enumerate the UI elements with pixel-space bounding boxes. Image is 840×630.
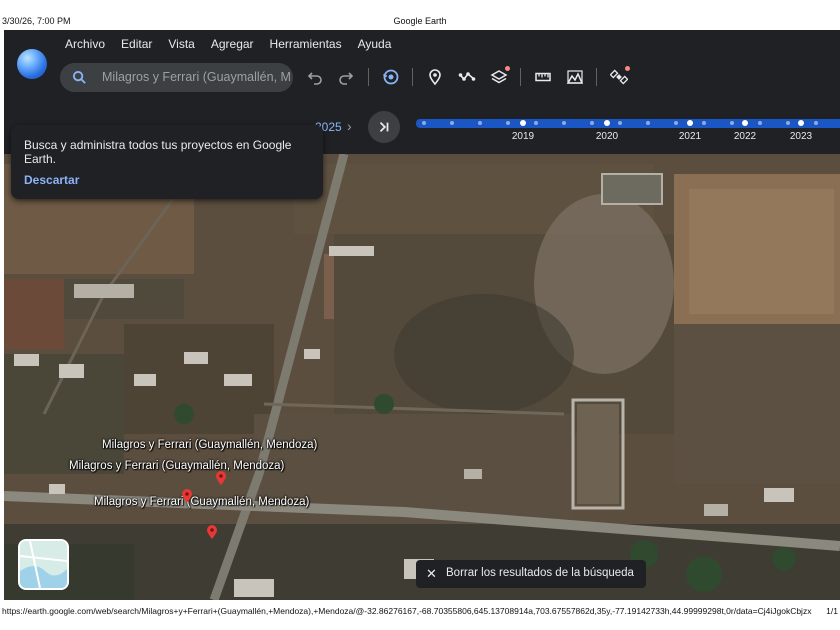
skip-to-latest-button[interactable]	[368, 111, 400, 143]
timeline-tick	[450, 121, 454, 125]
map-pin-icon[interactable]	[182, 489, 192, 503]
print-title: Google Earth	[393, 16, 447, 26]
satellite-icon[interactable]	[608, 66, 630, 88]
toolbar-divider	[596, 68, 597, 86]
timeline-tick	[730, 121, 734, 125]
menu-archivo[interactable]: Archivo	[57, 36, 113, 52]
redo-icon[interactable]	[335, 66, 357, 88]
timeline-tick	[534, 121, 538, 125]
chevron-right-icon[interactable]: ›	[347, 118, 352, 134]
placemark-icon[interactable]	[424, 66, 446, 88]
timeline-year-label: 2022	[733, 131, 757, 142]
clear-results-toast[interactable]: ✕ Borrar los resultados de la búsqueda	[416, 560, 646, 588]
menu-editar[interactable]: Editar	[113, 36, 160, 52]
timeline-year-label: 2021	[678, 131, 702, 142]
dismiss-button[interactable]: Descartar	[24, 173, 79, 187]
menu-herramientas[interactable]: Herramientas	[262, 36, 350, 52]
timeline-year-tick[interactable]	[742, 120, 748, 126]
timeline-tick	[590, 121, 594, 125]
timeline-track[interactable]	[416, 119, 840, 128]
timeline-tick	[814, 121, 818, 125]
menu-agregar[interactable]: Agregar	[203, 36, 262, 52]
timeline-year-tick[interactable]	[687, 120, 693, 126]
timeline-year-label: 2019	[511, 131, 535, 142]
clear-results-label: Borrar los resultados de la búsqueda	[446, 567, 634, 579]
timeline-tick	[786, 121, 790, 125]
timeline-tick	[646, 121, 650, 125]
timeline-tick	[478, 121, 482, 125]
toolbar-divider	[368, 68, 369, 86]
map-style-thumbnail[interactable]	[18, 539, 69, 590]
map-pin-icon[interactable]	[216, 471, 226, 485]
print-url: https://earth.google.com/web/search/Mila…	[2, 606, 812, 616]
map-pin-icon[interactable]	[207, 525, 217, 539]
menu-bar: Archivo Editar Vista Agregar Herramienta…	[57, 36, 399, 52]
search-result-label[interactable]: Milagros y Ferrari (Guaymallén, Mendoza)	[102, 439, 317, 451]
timeline-tick	[506, 121, 510, 125]
timeline-tick	[674, 121, 678, 125]
timeline-year-label: 2020	[595, 131, 619, 142]
timeline-year-tick[interactable]	[604, 120, 610, 126]
timeline-year-label: 2023	[789, 131, 813, 142]
menu-ayuda[interactable]: Ayuda	[350, 36, 400, 52]
historical-imagery-timeline[interactable]: 2025 › 2019 2020 2021 2022 2023	[304, 111, 840, 145]
close-icon[interactable]: ✕	[426, 566, 437, 582]
search-result-label[interactable]: Milagros y Ferrari (Guaymallén, Mendoza)	[94, 496, 309, 508]
undo-icon[interactable]	[304, 66, 326, 88]
google-earth-app: Archivo Editar Vista Agregar Herramienta…	[4, 30, 840, 600]
search-icon	[72, 70, 87, 85]
timeline-tick	[562, 121, 566, 125]
timeline-tick	[422, 121, 426, 125]
timeline-tick	[758, 121, 762, 125]
timeline-tick	[702, 121, 706, 125]
tooltip-message: Busca y administra todos tus proyectos e…	[24, 138, 292, 166]
skip-forward-icon	[379, 122, 389, 132]
search-result-label[interactable]: Milagros y Ferrari (Guaymallén, Mendoza)	[69, 460, 284, 472]
satellite-imagery	[4, 154, 840, 600]
toolbar-divider	[412, 68, 413, 86]
history-icon[interactable]	[380, 66, 402, 88]
map-thumbnail-icon	[20, 541, 67, 588]
toolbar-divider	[520, 68, 521, 86]
projects-tooltip: Busca y administra todos tus proyectos e…	[11, 125, 323, 199]
notification-dot-icon	[505, 66, 510, 71]
menu-vista[interactable]: Vista	[160, 36, 202, 52]
timeline-tick	[618, 121, 622, 125]
timeline-year-tick[interactable]	[798, 120, 804, 126]
notification-dot-icon	[625, 66, 630, 71]
print-footer: https://earth.google.com/web/search/Mila…	[0, 604, 840, 624]
search-value: Milagros y Ferrari (Guaymallén, M	[102, 70, 291, 84]
timeline-year-tick[interactable]	[520, 120, 526, 126]
google-earth-logo-icon[interactable]	[17, 49, 47, 79]
layers-icon[interactable]	[488, 66, 510, 88]
print-header: 3/30/26, 7:00 PM Google Earth	[0, 0, 840, 28]
measure-icon[interactable]	[532, 66, 554, 88]
search-input[interactable]: Milagros y Ferrari (Guaymallén, M	[60, 63, 293, 92]
map-style-icon[interactable]	[564, 66, 586, 88]
satellite-map-view[interactable]	[4, 154, 840, 600]
path-icon[interactable]	[456, 66, 478, 88]
print-page-number: 1/1	[826, 606, 838, 616]
